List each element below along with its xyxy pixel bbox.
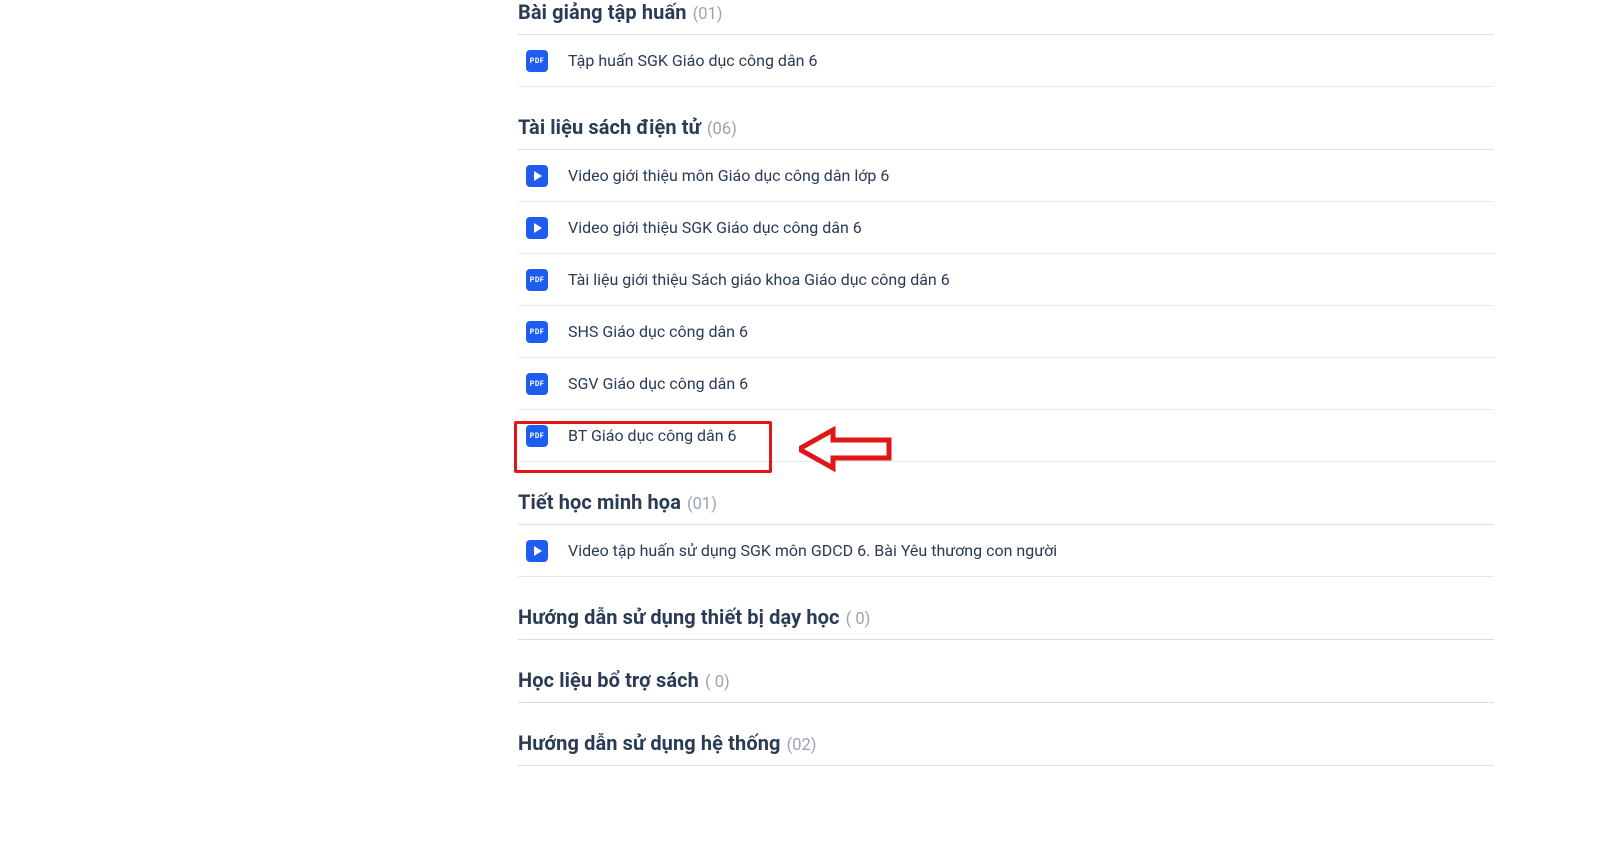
section-hoc_lieu_bo_tro_sach: Học liệu bổ trợ sách ( 0) (518, 668, 1494, 703)
section-count: ( 0) (705, 673, 730, 692)
section-count: (06) (707, 120, 737, 139)
section-bai_giang_tap_huan: Bài giảng tập huấn (01) PDF Tập huấn SGK Gi… (518, 0, 1494, 87)
section-header: Hướng dẫn sử dụng hệ thống (02) (518, 731, 1494, 766)
pdf-icon: PDF (526, 269, 548, 291)
section-header: Tài liệu sách điện tử (06) (518, 115, 1494, 150)
section-title: Tiết học minh họa (518, 490, 681, 514)
section-title: Tài liệu sách điện tử (518, 115, 701, 139)
list-item[interactable]: Video giới thiệu SGK Giáo dục công dân 6 (518, 202, 1494, 254)
item-label: Video giới thiệu môn Giáo dục công dân l… (568, 166, 889, 185)
section-header: Hướng dẫn sử dụng thiết bị dạy học ( 0) (518, 605, 1494, 640)
pdf-icon: PDF (526, 373, 548, 395)
item-list: Video tập huấn sử dụng SGK môn GDCD 6. B… (518, 525, 1494, 577)
section-header: Học liệu bổ trợ sách ( 0) (518, 668, 1494, 703)
list-item[interactable]: PDF SHS Giáo dục công dân 6 (518, 306, 1494, 358)
section-header: Bài giảng tập huấn (01) (518, 0, 1494, 35)
section-huong_dan_su_dung_thiet_bi_day_hoc: Hướng dẫn sử dụng thiết bị dạy học ( 0) (518, 605, 1494, 640)
item-label: SGV Giáo dục công dân 6 (568, 374, 748, 393)
video-play-icon (526, 217, 548, 239)
section-title: Học liệu bổ trợ sách (518, 668, 699, 692)
list-item[interactable]: PDF SGV Giáo dục công dân 6 (518, 358, 1494, 410)
item-label: Video tập huấn sử dụng SGK môn GDCD 6. B… (568, 541, 1057, 560)
item-label: Video giới thiệu SGK Giáo dục công dân 6 (568, 218, 862, 237)
item-label: SHS Giáo dục công dân 6 (568, 322, 748, 341)
section-title: Hướng dẫn sử dụng hệ thống (518, 731, 781, 755)
item-label: BT Giáo dục công dân 6 (568, 426, 737, 445)
video-play-icon (526, 165, 548, 187)
section-title: Bài giảng tập huấn (518, 0, 687, 24)
section-count: (01) (693, 5, 723, 24)
item-label: Tài liệu giới thiệu Sách giáo khoa Giáo … (568, 270, 950, 289)
list-item[interactable]: Video giới thiệu môn Giáo dục công dân l… (518, 150, 1494, 202)
section-count: (01) (687, 495, 717, 514)
list-item[interactable]: Video tập huấn sử dụng SGK môn GDCD 6. B… (518, 525, 1494, 577)
item-label: Tập huấn SGK Giáo dục công dân 6 (568, 51, 817, 70)
list-item[interactable]: PDF BT Giáo dục công dân 6 (518, 410, 1494, 462)
section-count: ( 0) (846, 610, 871, 629)
item-list: PDF Tập huấn SGK Giáo dục công dân 6 (518, 35, 1494, 87)
section-tai_lieu_sach_dien_tu: Tài liệu sách điện tử (06) Video giới thiệ… (518, 115, 1494, 462)
list-item[interactable]: PDF Tập huấn SGK Giáo dục công dân 6 (518, 35, 1494, 87)
section-count: (02) (787, 736, 817, 755)
section-tiet_hoc_minh_hoa: Tiết học minh họa (01) Video tập huấn sử d… (518, 490, 1494, 577)
item-list: Video giới thiệu môn Giáo dục công dân l… (518, 150, 1494, 462)
pdf-icon: PDF (526, 50, 548, 72)
section-header: Tiết học minh họa (01) (518, 490, 1494, 525)
pdf-icon: PDF (526, 425, 548, 447)
section-title: Hướng dẫn sử dụng thiết bị dạy học (518, 605, 840, 629)
video-play-icon (526, 540, 548, 562)
list-item[interactable]: PDF Tài liệu giới thiệu Sách giáo khoa Gi… (518, 254, 1494, 306)
pdf-icon: PDF (526, 321, 548, 343)
section-huong_dan_su_dung_he_thong: Hướng dẫn sử dụng hệ thống (02) (518, 731, 1494, 766)
